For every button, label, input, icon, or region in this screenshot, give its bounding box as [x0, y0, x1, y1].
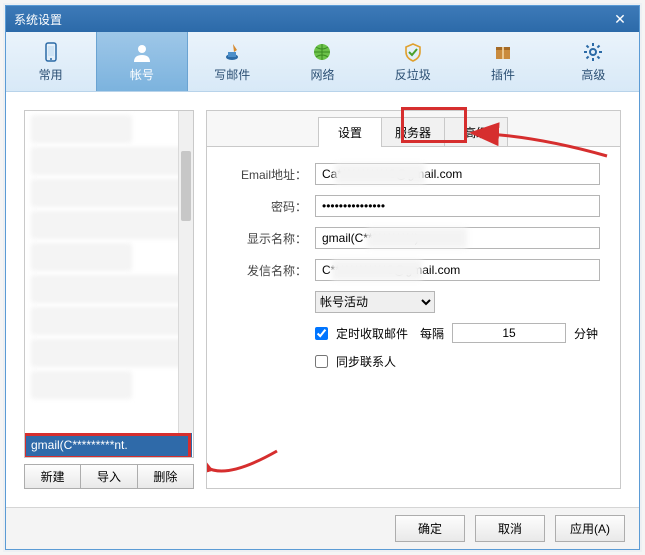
scheduled-fetch-label: 定时收取邮件 [336, 325, 408, 342]
toolbar-label: 常用 [39, 66, 63, 83]
toolbar-item-0[interactable]: 常用 [6, 32, 96, 91]
shield-icon [402, 41, 424, 63]
titlebar: 系统设置 ✕ [6, 6, 639, 32]
toolbar-item-6[interactable]: 高级 [549, 32, 639, 91]
password-field[interactable] [315, 195, 600, 217]
toolbar-label: 写邮件 [214, 66, 250, 83]
account-settings-form: Email地址： 密码： 显示名称： 发信名称： [207, 147, 620, 396]
tab-server[interactable]: 服务器 [381, 117, 445, 146]
delete-account-button[interactable]: 删除 [138, 464, 194, 489]
main-toolbar: 常用 帐号 写邮件 网络 反垃圾 插件 高级 [6, 32, 639, 92]
toolbar-item-2[interactable]: 写邮件 [188, 32, 278, 91]
account-activity-select[interactable]: 帐号活动 [315, 291, 435, 313]
settings-window: 系统设置 ✕ 常用帐号写邮件网络反垃圾插件高级 gmail(C*********… [5, 5, 640, 550]
cancel-button[interactable]: 取消 [475, 515, 545, 542]
user-icon [131, 41, 153, 63]
interval-suffix: 分钟 [574, 325, 598, 342]
interval-field[interactable] [452, 323, 566, 343]
scrollbar[interactable] [178, 111, 193, 433]
toolbar-label: 高级 [581, 66, 605, 83]
inkwell-icon [221, 41, 243, 63]
dialog-footer: 确定 取消 应用(A) [6, 507, 639, 549]
toolbar-label: 反垃圾 [395, 66, 431, 83]
tab-settings[interactable]: 设置 [318, 117, 382, 146]
toolbar-item-5[interactable]: 插件 [458, 32, 548, 91]
sync-contacts-label: 同步联系人 [336, 353, 396, 370]
password-label: 密码： [227, 198, 307, 215]
package-icon [492, 41, 514, 63]
sender-name-label: 发信名称： [227, 262, 307, 279]
tab-advanced[interactable]: 高级 [444, 117, 508, 146]
apply-button[interactable]: 应用(A) [555, 515, 625, 542]
display-name-label: 显示名称： [227, 230, 307, 247]
ok-button[interactable]: 确定 [395, 515, 465, 542]
gear-icon [582, 41, 604, 63]
account-list[interactable]: gmail(C*********nt. [24, 110, 194, 458]
email-label: Email地址： [227, 166, 307, 183]
import-account-button[interactable]: 导入 [81, 464, 137, 489]
sync-contacts-checkbox[interactable] [315, 355, 328, 368]
toolbar-item-1[interactable]: 帐号 [96, 32, 187, 91]
smartphone-icon [40, 41, 62, 63]
scheduled-fetch-checkbox[interactable] [315, 327, 328, 340]
close-icon[interactable]: ✕ [609, 10, 631, 28]
toolbar-label: 插件 [491, 66, 515, 83]
window-title: 系统设置 [14, 11, 609, 28]
toolbar-item-3[interactable]: 网络 [278, 32, 368, 91]
toolbar-label: 网络 [310, 66, 334, 83]
account-list-selected[interactable]: gmail(C*********nt. [25, 433, 192, 457]
toolbar-label: 帐号 [130, 66, 154, 83]
interval-prefix: 每隔 [420, 325, 444, 342]
globe-icon [311, 41, 333, 63]
new-account-button[interactable]: 新建 [24, 464, 81, 489]
account-detail-pane: 设置 服务器 高级 Email地址： 密码： 显示名称： [206, 110, 621, 489]
inner-tabs: 设置 服务器 高级 [207, 111, 620, 147]
toolbar-item-4[interactable]: 反垃圾 [368, 32, 458, 91]
